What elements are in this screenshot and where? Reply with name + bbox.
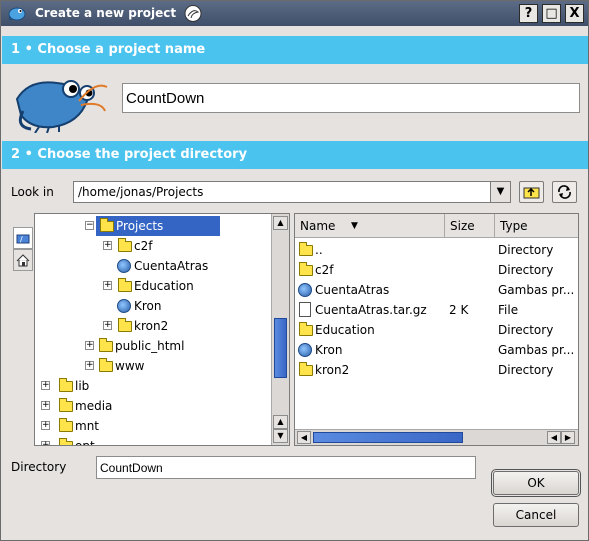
look-in-label: Look in: [11, 185, 54, 199]
tree-item-label: public_html: [115, 339, 185, 353]
gambas-project-icon: [298, 283, 312, 297]
folder-icon: [118, 238, 132, 252]
gambas-mascot-logo: [15, 80, 108, 133]
expand-icon[interactable]: +: [85, 361, 94, 370]
project-name-input[interactable]: [122, 83, 580, 113]
scroll-right-icon[interactable]: ▶: [561, 431, 575, 444]
parent-folder-button[interactable]: [519, 181, 544, 203]
tree-item-label: www: [115, 359, 145, 373]
look-in-combobox[interactable]: /home/jonas/Projects ▼: [73, 181, 511, 203]
tree-item-label: CuentaAtras: [134, 259, 209, 273]
folder-icon: [299, 362, 313, 376]
section-project-directory: 2 • Choose the project directory: [2, 141, 588, 169]
column-header-name[interactable]: Name ▼: [295, 214, 445, 238]
tree-item-label: c2f: [134, 239, 153, 253]
ok-button[interactable]: OK: [491, 469, 581, 497]
maximize-button[interactable]: □: [542, 4, 561, 23]
expand-icon[interactable]: +: [103, 241, 112, 250]
folder-icon: [299, 242, 313, 256]
look-in-value: /home/jonas/Projects: [78, 185, 204, 199]
root-folder-icon: /: [16, 234, 30, 244]
folder-icon: [118, 278, 132, 292]
collapse-icon[interactable]: −: [85, 221, 94, 230]
gambas-project-icon: [117, 299, 131, 313]
svg-text:/: /: [20, 235, 23, 244]
gambas-project-icon: [117, 259, 131, 273]
column-header-type[interactable]: Type: [495, 214, 578, 238]
directory-input[interactable]: [96, 456, 476, 479]
folder-icon: [59, 438, 73, 445]
cancel-button[interactable]: Cancel: [493, 503, 579, 527]
expand-icon[interactable]: +: [41, 381, 50, 390]
tree-item-label: Projects: [116, 219, 164, 233]
expand-icon[interactable]: +: [103, 321, 112, 330]
create-project-dialog: Create a new project ? □ X 1 • Choose a …: [0, 0, 589, 541]
scrollbar-thumb[interactable]: [313, 432, 463, 443]
section-project-name: 1 • Choose a project name: [2, 36, 588, 64]
list-item[interactable]: Kron Gambas pr...: [295, 340, 578, 360]
gambas-shrimp-icon: [8, 7, 26, 21]
list-hscrollbar[interactable]: ◀ ◀ ▶: [295, 429, 578, 445]
folder-up-icon: [523, 187, 540, 199]
tree-item-label: kron2: [134, 319, 169, 333]
folder-icon: [299, 322, 313, 336]
list-item[interactable]: c2f Directory: [295, 260, 578, 280]
tree-item-label: mnt: [75, 419, 99, 433]
expand-icon[interactable]: +: [41, 421, 50, 430]
tree-item-label: Kron: [134, 299, 162, 313]
scroll-down-icon[interactable]: ▼: [273, 429, 288, 443]
refresh-button[interactable]: [552, 181, 577, 203]
gambas-project-icon: [298, 343, 312, 357]
folder-icon: [99, 338, 113, 352]
expand-icon[interactable]: +: [41, 441, 50, 445]
file-list[interactable]: Name ▼ Size Type .. Directory c2f Direct…: [294, 213, 579, 446]
expand-icon[interactable]: +: [41, 401, 50, 410]
expand-icon[interactable]: +: [85, 341, 94, 350]
directory-label: Directory: [11, 460, 67, 474]
folder-icon: [59, 398, 73, 412]
refresh-icon: [558, 185, 571, 199]
sort-desc-icon: ▼: [351, 221, 358, 231]
folder-icon: [59, 378, 73, 392]
close-button[interactable]: X: [565, 4, 584, 23]
tree-scrollbar[interactable]: ▲ ▲ ▼: [271, 214, 289, 445]
folder-icon: [299, 262, 313, 276]
chevron-down-icon[interactable]: ▼: [490, 182, 510, 202]
scroll-up-icon[interactable]: ▲: [273, 216, 288, 230]
tree-item-label: Education: [134, 279, 194, 293]
folder-icon: [100, 218, 114, 232]
expand-icon[interactable]: +: [103, 281, 112, 290]
folder-icon: [118, 318, 132, 332]
title-bar[interactable]: Create a new project ? □ X: [1, 1, 588, 26]
folder-icon: [99, 358, 113, 372]
scroll-left-icon[interactable]: ◀: [547, 431, 561, 444]
scroll-up-icon[interactable]: ▲: [273, 415, 288, 429]
tree-item-label: media: [75, 399, 113, 413]
tab-home[interactable]: [13, 249, 33, 271]
tab-root[interactable]: /: [13, 227, 33, 249]
help-button[interactable]: ?: [519, 4, 538, 23]
home-icon: [16, 254, 30, 267]
column-header-size[interactable]: Size: [445, 214, 495, 238]
file-icon: [299, 302, 311, 317]
list-item[interactable]: CuentaAtras.tar.gz 2 K File: [295, 300, 578, 320]
tree-item-projects[interactable]: Projects: [96, 216, 220, 236]
list-item[interactable]: kron2 Directory: [295, 360, 578, 380]
list-item[interactable]: CuentaAtras Gambas pr...: [295, 280, 578, 300]
tree-item-label: lib: [75, 379, 90, 393]
list-item[interactable]: Education Directory: [295, 320, 578, 340]
desktop-menu-icon[interactable]: [183, 4, 203, 23]
directory-tree[interactable]: − Projects + c2f CuentaAtras + Education…: [34, 213, 290, 446]
scrollbar-thumb[interactable]: [274, 318, 287, 378]
list-item[interactable]: .. Directory: [295, 240, 578, 260]
folder-icon: [59, 418, 73, 432]
tree-item-label: opt: [75, 439, 95, 446]
scroll-left-icon[interactable]: ◀: [297, 431, 311, 444]
window-title: Create a new project: [35, 6, 177, 20]
